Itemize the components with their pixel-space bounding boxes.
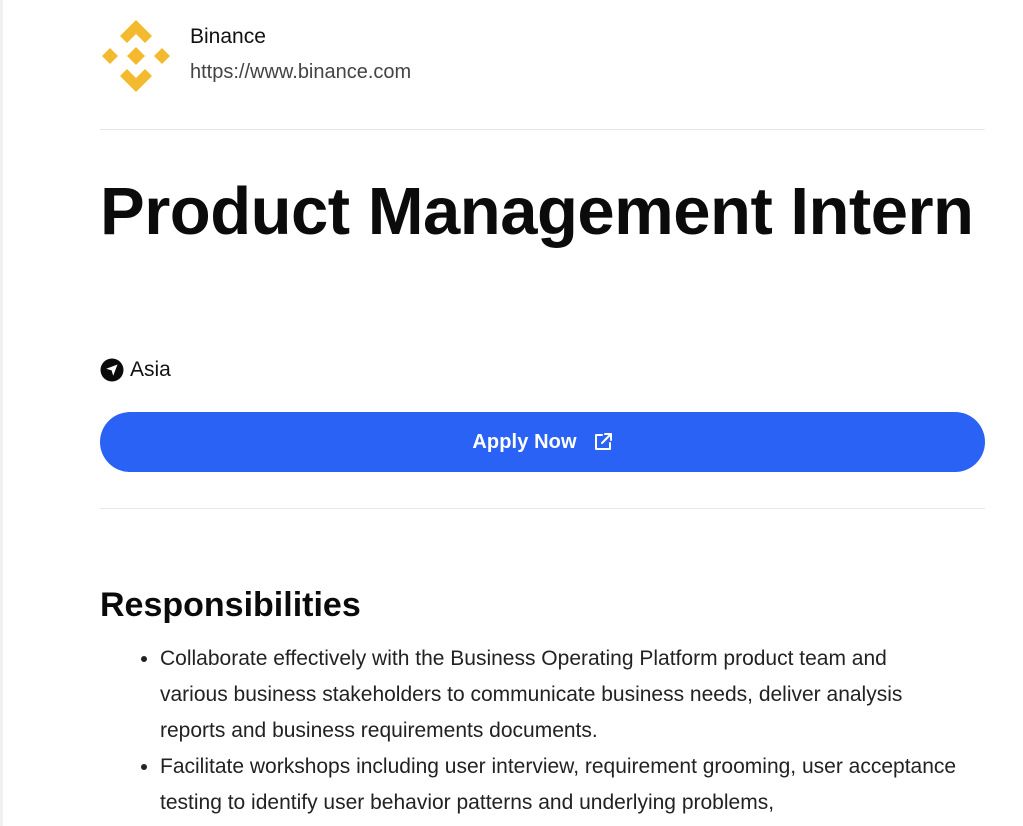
list-item: Facilitate workshops including user inte… xyxy=(160,749,960,821)
job-posting: Binance https://www.binance.com Product … xyxy=(100,0,985,814)
job-location: Asia xyxy=(100,356,171,384)
responsibilities-list: Collaborate effectively with the Busines… xyxy=(100,641,960,821)
external-link-icon xyxy=(593,432,613,452)
left-page-edge xyxy=(0,0,3,826)
company-name: Binance xyxy=(190,25,266,48)
company-url-link[interactable]: https://www.binance.com xyxy=(190,61,411,84)
responsibilities-heading: Responsibilities xyxy=(100,586,361,624)
navigation-arrow-icon xyxy=(100,358,124,382)
location-label: Asia xyxy=(130,358,171,381)
apply-now-label: Apply Now xyxy=(472,430,577,453)
company-header: Binance https://www.binance.com xyxy=(100,0,985,130)
list-item: Collaborate effectively with the Busines… xyxy=(160,641,960,749)
section-divider xyxy=(100,508,985,509)
job-title: Product Management Intern xyxy=(100,174,974,249)
binance-logo-icon xyxy=(100,20,172,92)
apply-now-button[interactable]: Apply Now xyxy=(100,412,985,472)
